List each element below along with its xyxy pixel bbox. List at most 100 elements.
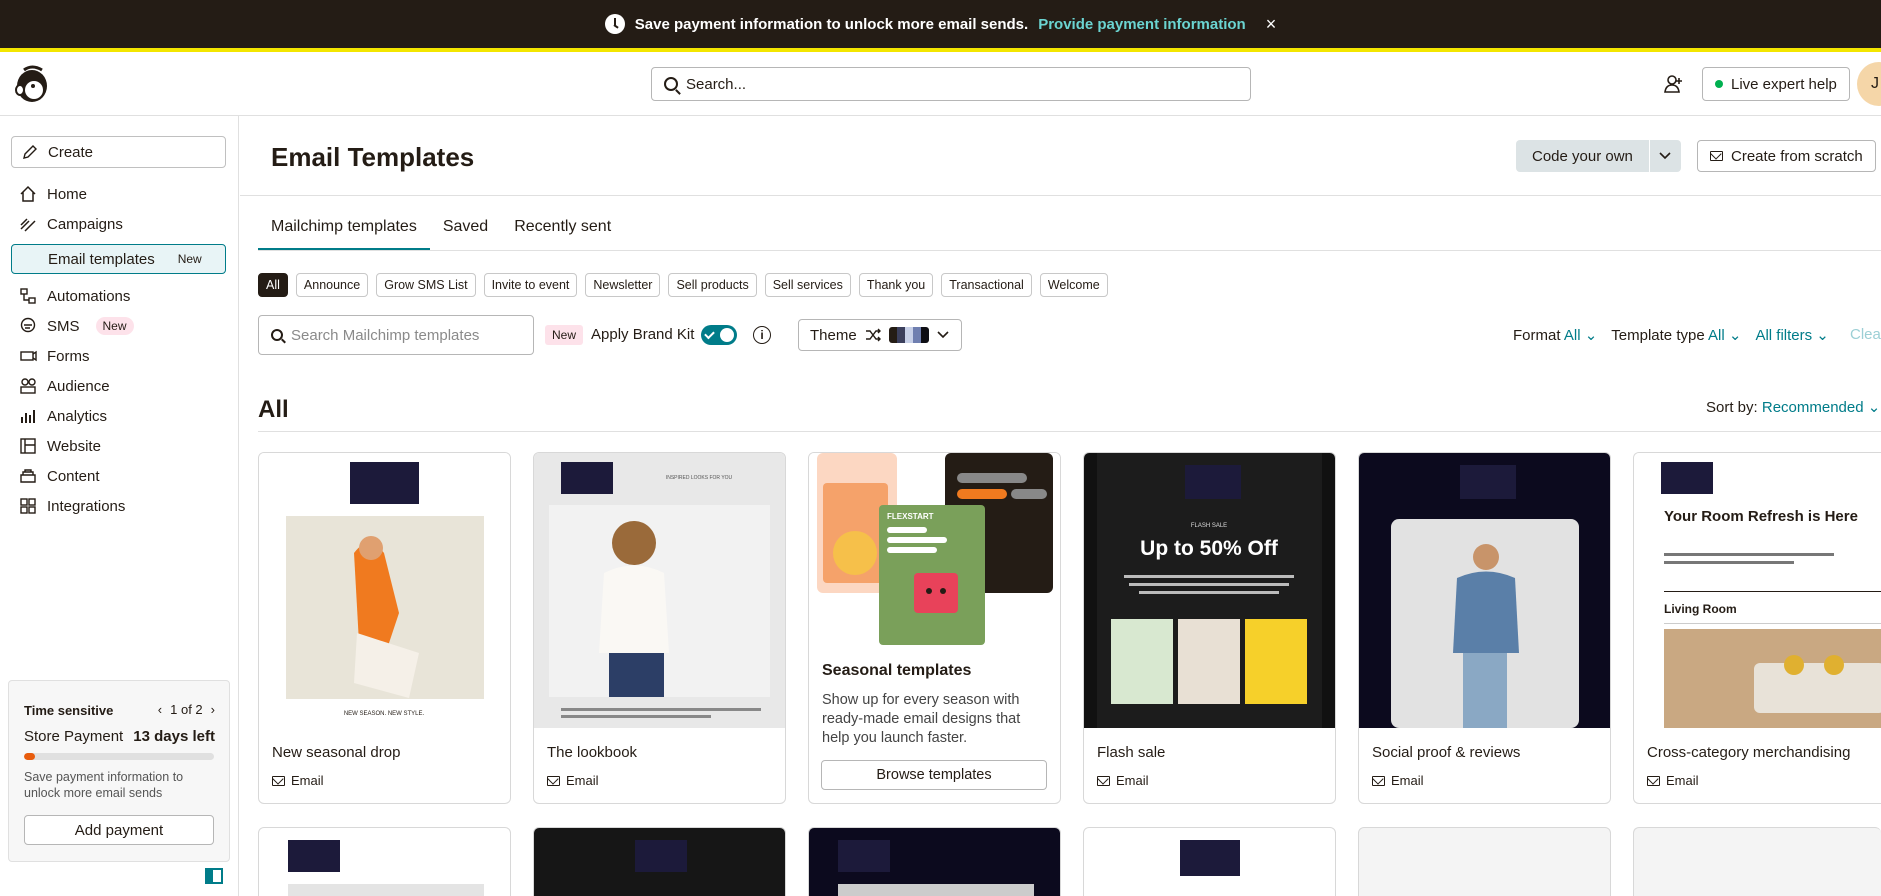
sort-control[interactable]: Sort by: Recommended ⌄ xyxy=(1706,398,1880,416)
sidebar-item-sms[interactable]: SMS New xyxy=(11,310,226,342)
create-button[interactable]: Create xyxy=(11,136,226,168)
sidebar-item-integrations[interactable]: Integrations xyxy=(11,490,226,522)
card-name: Flash sale xyxy=(1097,744,1166,761)
chevron-right-icon[interactable]: › xyxy=(211,702,215,717)
theme-select[interactable]: Theme xyxy=(798,319,962,351)
chip-grow-sms-list[interactable]: Grow SMS List xyxy=(376,273,476,297)
thumb-image-block xyxy=(288,884,484,896)
template-card-row2-5[interactable] xyxy=(1358,827,1611,896)
theme-label: Theme xyxy=(810,326,857,344)
add-payment-button[interactable]: Add payment xyxy=(24,815,214,845)
notice-title: Time sensitive xyxy=(24,703,114,718)
email-icon xyxy=(1372,775,1385,786)
template-thumbnail: NEW SEASON. NEW STYLE. xyxy=(259,453,510,728)
sidebar-item-label: Email templates xyxy=(48,250,155,268)
all-filters-button[interactable]: All filters ⌄ xyxy=(1755,326,1828,344)
sidebar-item-campaigns[interactable]: Campaigns xyxy=(11,208,226,240)
chip-invite-to-event[interactable]: Invite to event xyxy=(483,273,578,297)
chip-transactional[interactable]: Transactional xyxy=(941,273,1032,297)
browse-templates-button[interactable]: Browse templates xyxy=(821,760,1047,790)
chip-thank-you[interactable]: Thank you xyxy=(858,273,934,297)
create-from-scratch-button[interactable]: Create from scratch xyxy=(1697,140,1876,172)
template-tabs: Mailchimp templates Saved Recently sent xyxy=(258,218,624,250)
template-thumbnail: INSPIRED LOOKS FOR YOU xyxy=(534,453,785,728)
tab-mailchimp-templates[interactable]: Mailchimp templates xyxy=(258,218,430,250)
template-card-row2-2[interactable] xyxy=(533,827,786,896)
tab-recently-sent[interactable]: Recently sent xyxy=(501,218,624,250)
sidebar-item-home[interactable]: Home xyxy=(11,178,226,210)
sort-value: Recommended xyxy=(1761,399,1864,416)
template-card-social-proof-reviews[interactable]: Social proof & reviews Email xyxy=(1358,452,1611,804)
user-add-icon[interactable] xyxy=(1664,74,1684,94)
template-card-row2-4[interactable] xyxy=(1083,827,1336,896)
chip-newsletter[interactable]: Newsletter xyxy=(585,273,661,297)
sidebar-item-analytics[interactable]: Analytics xyxy=(11,400,226,432)
card-type-label: Email xyxy=(1116,773,1149,788)
template-card-flash-sale[interactable]: FLASH SALE Up to 50% Off Flash sale Emai… xyxy=(1083,452,1336,804)
live-expert-help-button[interactable]: Live expert help xyxy=(1702,67,1850,101)
collapse-sidebar-icon[interactable] xyxy=(205,868,223,884)
progress-fill xyxy=(24,753,36,760)
website-icon xyxy=(20,438,36,454)
thumb-headline: Up to 50% Off xyxy=(1140,537,1279,560)
card-type: Email xyxy=(547,773,599,788)
chip-welcome[interactable]: Welcome xyxy=(1039,273,1108,297)
template-type-filter[interactable]: Template type All ⌄ xyxy=(1611,326,1741,344)
sidebar-item-label: Home xyxy=(47,185,88,203)
divider xyxy=(240,195,1881,196)
global-search-input[interactable]: Search... xyxy=(651,67,1251,101)
provide-payment-link[interactable]: Provide payment information xyxy=(1038,16,1246,33)
chevron-left-icon[interactable]: ‹ xyxy=(158,702,162,717)
chip-sell-products[interactable]: Sell products xyxy=(668,273,757,297)
section-title: All xyxy=(258,396,289,423)
days-left: 13 days left xyxy=(133,728,215,745)
template-card-new-seasonal-drop[interactable]: NEW SEASON. NEW STYLE. New seasonal drop… xyxy=(258,452,511,804)
notice-desc: Save payment information to unlock more … xyxy=(24,770,184,800)
template-card-row2-6[interactable] xyxy=(1633,827,1881,896)
close-icon[interactable]: × xyxy=(1266,14,1277,35)
template-card-the-lookbook[interactable]: INSPIRED LOOKS FOR YOU The lookbook Emai… xyxy=(533,452,786,804)
sidebar-item-automations[interactable]: Automations xyxy=(11,280,226,312)
sidebar-item-audience[interactable]: Audience xyxy=(11,370,226,402)
template-search-input[interactable]: Search Mailchimp templates xyxy=(258,315,534,355)
brand-kit-toggle[interactable] xyxy=(701,325,737,345)
code-your-own-button[interactable]: Code your own xyxy=(1516,140,1649,172)
chip-all[interactable]: All xyxy=(258,273,288,297)
template-thumbnail: FLASH SALE Up to 50% Off xyxy=(1084,453,1335,728)
sidebar-item-label: SMS xyxy=(47,317,80,335)
filters-bar: Format All ⌄ Template type All ⌄ All fil… xyxy=(1513,326,1829,344)
avatar[interactable]: J xyxy=(1857,62,1881,106)
top-header: Search... Live expert help J xyxy=(0,52,1881,116)
chip-sell-services[interactable]: Sell services xyxy=(764,273,851,297)
sms-icon xyxy=(20,317,36,333)
clear-filters-button[interactable]: Clear xyxy=(1850,326,1881,343)
thumb-logo-block xyxy=(635,840,687,872)
info-icon[interactable]: i xyxy=(753,326,771,344)
thumb-sub: Living Room xyxy=(1664,602,1737,616)
card-type: Email xyxy=(272,773,324,788)
create-label: Create xyxy=(48,143,94,161)
format-filter[interactable]: Format All ⌄ xyxy=(1513,326,1597,344)
template-card-row2-1[interactable] xyxy=(258,827,511,896)
notice-item: Store Payment xyxy=(24,728,124,745)
promo-title: Seasonal templates xyxy=(822,662,972,679)
chevron-down-icon[interactable] xyxy=(1648,140,1681,172)
sidebar-item-forms[interactable]: Forms xyxy=(11,340,226,372)
sidebar-item-label: Automations xyxy=(47,287,131,305)
tab-saved[interactable]: Saved xyxy=(430,218,501,250)
sidebar-item-label: Integrations xyxy=(47,497,126,515)
email-icon xyxy=(1097,775,1110,786)
new-badge: New xyxy=(545,325,584,345)
template-card-cross-category[interactable]: Your Room Refresh is Here Living Room Cr… xyxy=(1633,452,1881,804)
chip-announce[interactable]: Announce xyxy=(295,273,369,297)
card-type-label: Email xyxy=(566,773,599,788)
section-divider xyxy=(258,431,1881,432)
sidebar-item-email-templates[interactable]: Email templates New xyxy=(11,244,226,274)
sidebar-item-content[interactable]: Content xyxy=(11,460,226,492)
template-card-row2-3[interactable] xyxy=(808,827,1061,896)
thumb-text: FLEXSTART xyxy=(887,512,934,521)
mailchimp-logo[interactable] xyxy=(12,62,52,106)
thumb-text: INSPIRED LOOKS FOR YOU xyxy=(666,475,733,481)
sidebar-item-website[interactable]: Website xyxy=(11,430,226,462)
seasonal-templates-promo-card: FLEXSTART Seasonal templates Show up for… xyxy=(808,452,1061,804)
